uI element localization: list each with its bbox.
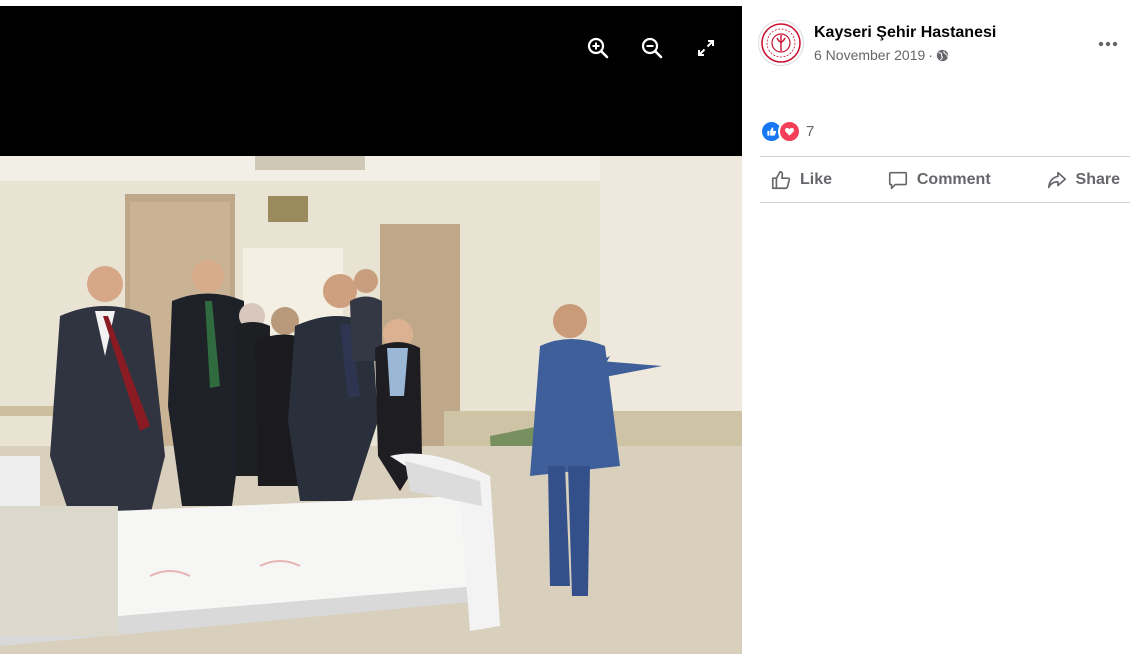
post-side-panel: Kayseri Şehir Hastanesi 6 November 2019 …: [742, 6, 1141, 654]
post-photo[interactable]: [0, 156, 742, 654]
meta-separator: ·: [928, 47, 933, 63]
post-date[interactable]: 6 November 2019: [814, 47, 925, 63]
reaction-count: 7: [806, 123, 815, 140]
like-icon: [771, 170, 791, 190]
share-button[interactable]: Share: [1036, 163, 1130, 197]
divider-bottom: [760, 202, 1130, 203]
page-avatar[interactable]: [758, 20, 804, 66]
comment-label: Comment: [916, 171, 991, 188]
divider-top: [760, 156, 1130, 157]
zoom-in-button[interactable]: [582, 32, 614, 64]
comment-icon: [888, 171, 907, 190]
photo-viewer: [0, 6, 742, 654]
hospital-room-photo: [0, 156, 742, 654]
post-actions: Like Comment Share: [760, 158, 1130, 202]
more-options-icon: [1098, 41, 1118, 47]
like-button[interactable]: Like: [760, 163, 842, 197]
like-label: Like: [800, 171, 833, 188]
love-reaction-icon: [778, 120, 801, 143]
share-icon: [1047, 171, 1066, 189]
more-options-button[interactable]: [1094, 30, 1122, 58]
comment-button[interactable]: Comment: [877, 163, 1001, 197]
post-header: Kayseri Şehir Hastanesi 6 November 2019 …: [758, 20, 1130, 72]
post-meta: 6 November 2019 ·: [814, 47, 949, 63]
photo-toolbar: [582, 32, 722, 64]
share-label: Share: [1075, 171, 1120, 188]
globe-icon: [936, 49, 949, 61]
page-name[interactable]: Kayseri Şehir Hastanesi: [814, 24, 996, 42]
zoom-out-icon: [641, 37, 663, 59]
zoom-out-button[interactable]: [636, 32, 668, 64]
zoom-in-icon: [587, 37, 609, 59]
hospital-logo-icon: [761, 23, 801, 63]
reactions-summary[interactable]: 7: [760, 120, 814, 143]
fullscreen-icon: [698, 40, 714, 56]
fullscreen-button[interactable]: [690, 32, 722, 64]
